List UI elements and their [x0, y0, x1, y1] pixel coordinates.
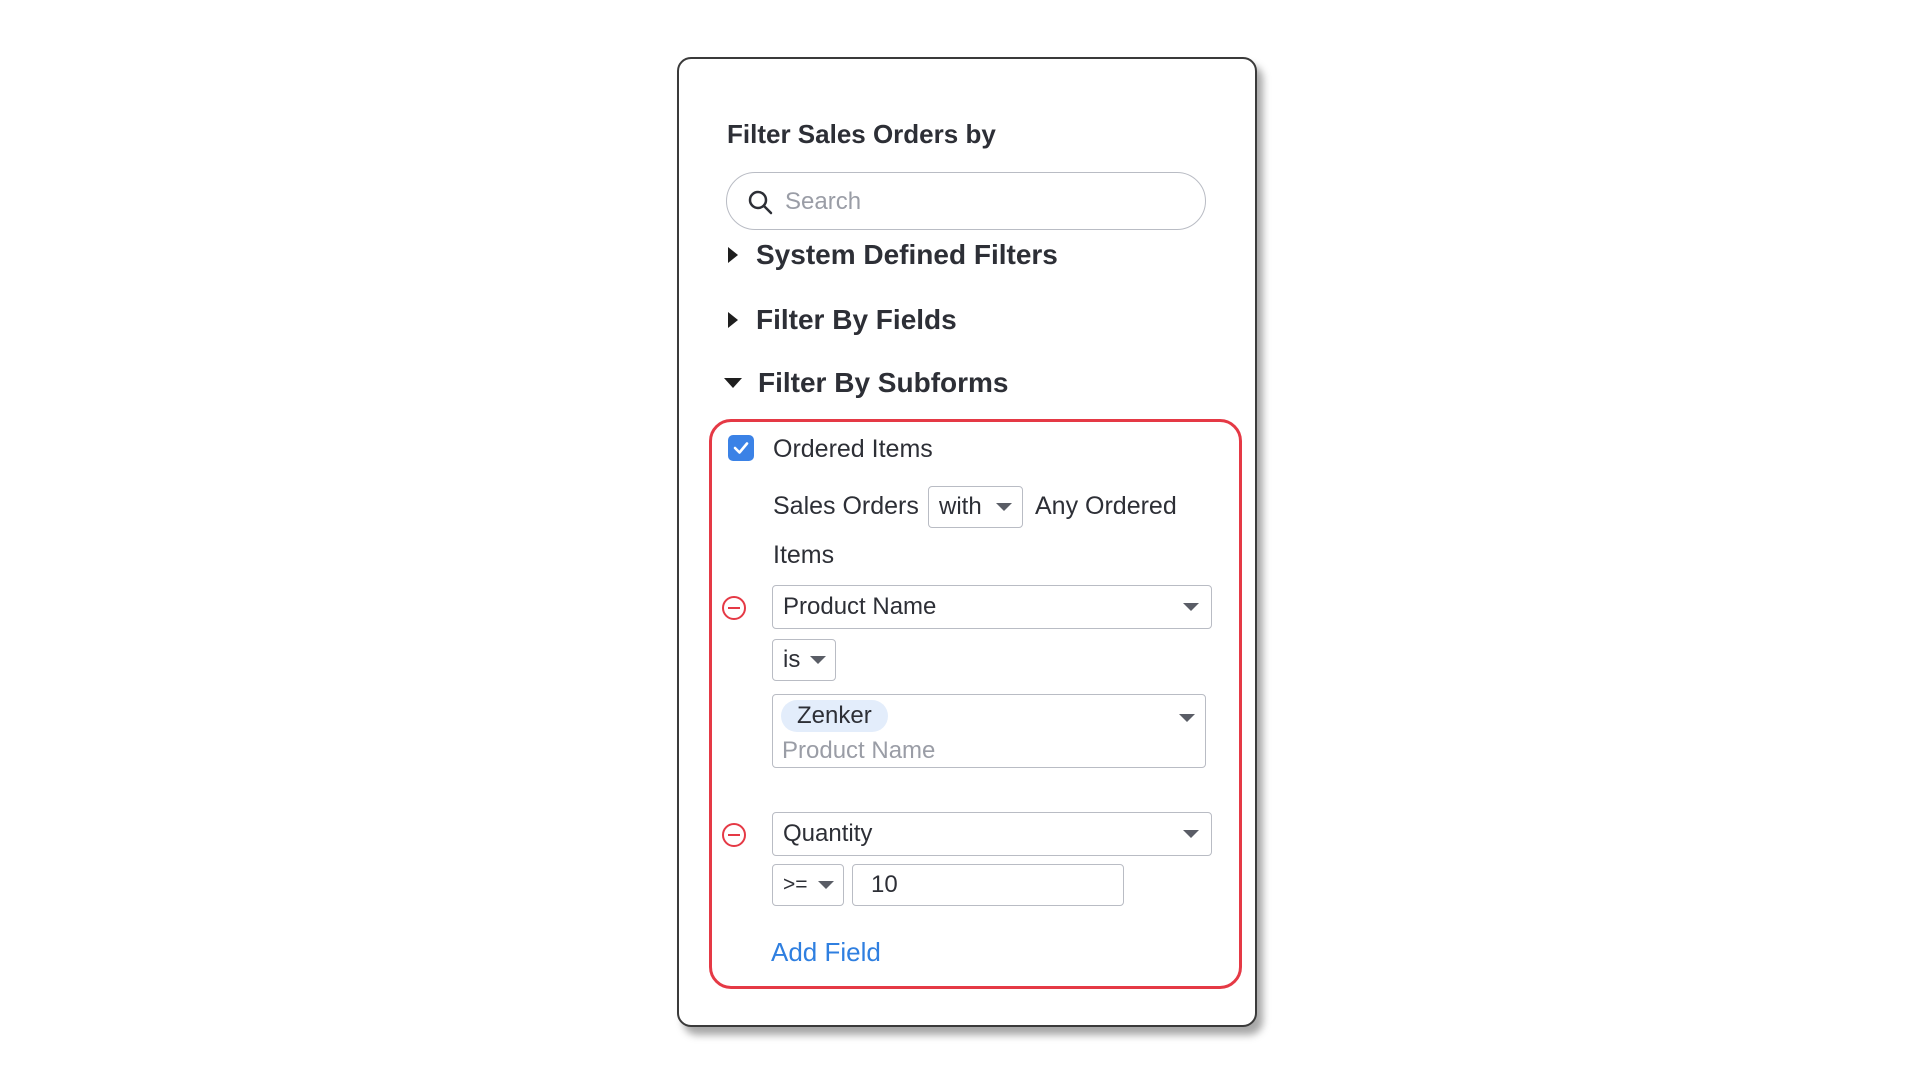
quantity-value-input[interactable]: 10: [852, 864, 1124, 906]
panel-title: Filter Sales Orders by: [727, 119, 996, 149]
condition-field-select[interactable]: Product Name: [772, 585, 1212, 629]
sentence-suffix-line1: Any Ordered: [1035, 492, 1177, 520]
with-select[interactable]: with: [928, 486, 1023, 528]
sentence-suffix-line2: Items: [773, 541, 835, 569]
with-select-value: with: [939, 493, 982, 520]
sentence-prefix: Sales Orders: [773, 492, 919, 520]
value-chip[interactable]: Zenker: [781, 700, 888, 732]
condition-operator-value: >=: [783, 873, 808, 896]
chevron-down-icon: [810, 656, 826, 664]
remove-condition-icon[interactable]: [722, 823, 746, 847]
condition-operator-value: is: [783, 646, 801, 673]
search-input[interactable]: [783, 183, 1187, 221]
condition-operator-select[interactable]: is: [772, 639, 836, 681]
ordered-items-checkbox[interactable]: [728, 435, 754, 461]
section-filter-by-subforms[interactable]: Filter By Subforms: [724, 367, 1008, 399]
section-system-defined-filters[interactable]: System Defined Filters: [724, 239, 1058, 271]
filter-panel: Filter Sales Orders by System Defined Fi…: [677, 57, 1257, 1027]
value-placeholder: Product Name: [782, 737, 936, 764]
chevron-down-icon: [1183, 830, 1199, 838]
section-label: Filter By Fields: [756, 304, 957, 335]
condition-field-value: Quantity: [783, 820, 873, 847]
chevron-down-icon: [1183, 603, 1199, 611]
check-icon: [733, 442, 749, 454]
search-icon: [748, 190, 773, 215]
section-label: System Defined Filters: [756, 239, 1058, 270]
caret-down-icon: [724, 378, 742, 388]
chevron-down-icon: [996, 503, 1012, 511]
section-filter-by-fields[interactable]: Filter By Fields: [724, 304, 957, 336]
condition-field-value: Product Name: [783, 593, 937, 620]
remove-condition-icon[interactable]: [722, 596, 746, 620]
condition-value-multiselect[interactable]: Zenker Product Name: [772, 694, 1206, 768]
search-box[interactable]: [726, 172, 1206, 230]
condition-operator-select[interactable]: >=: [772, 864, 844, 906]
section-label: Filter By Subforms: [758, 367, 1009, 398]
quantity-value: 10: [871, 871, 898, 898]
chevron-down-icon: [1179, 714, 1195, 722]
caret-right-icon: [728, 247, 738, 263]
chevron-down-icon: [818, 881, 834, 889]
ordered-items-label: Ordered Items: [773, 435, 933, 463]
condition-field-select[interactable]: Quantity: [772, 812, 1212, 856]
add-field-link[interactable]: Add Field: [771, 937, 881, 968]
caret-right-icon: [728, 312, 738, 328]
